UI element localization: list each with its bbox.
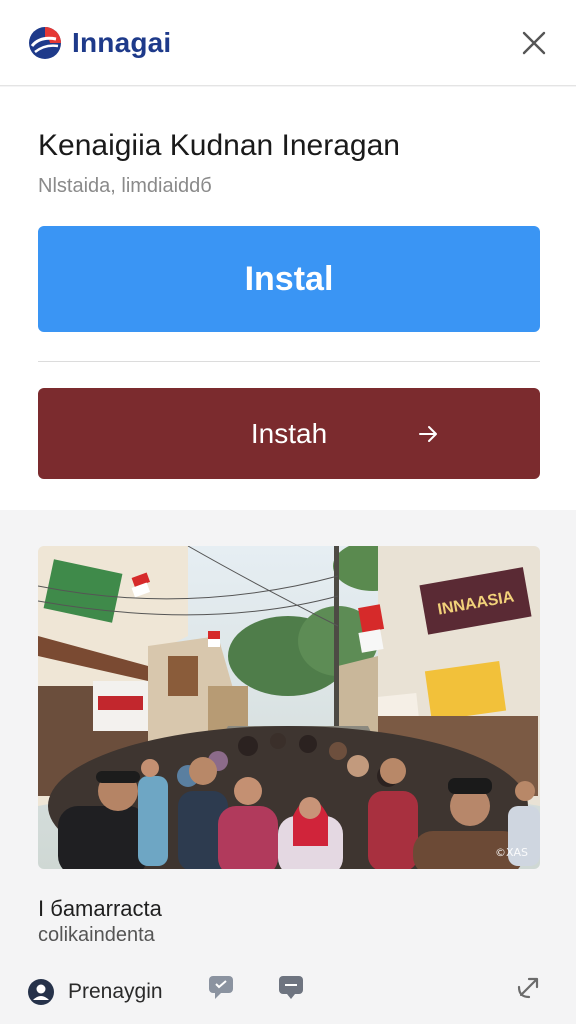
user-name: Prenaygin [68,980,163,1003]
photo-credit: ©XAS [494,846,528,859]
brand-name: Innagai [72,26,172,58]
app-screen: Innagai Kenaigiia Kudnan Ineragan Nlstai… [0,0,576,1024]
app-subtitle: Nlstaida, limdiaiddб [38,175,212,197]
share-button[interactable] [514,972,544,1002]
share-icon [517,977,539,999]
install-secondary-button[interactable]: Instah [38,388,540,479]
user-profile[interactable]: Prenaygin [28,979,163,1005]
close-icon [522,31,546,54]
message-icon [279,976,303,999]
arrow-right-icon [419,425,437,442]
message-button[interactable] [276,972,306,1002]
close-button[interactable] [516,25,552,61]
brand-logo-icon [29,26,61,59]
brand[interactable]: Innagai [28,26,171,60]
top-bar: Innagai [0,0,576,86]
install-secondary-label: Instah [250,417,328,449]
street-photo[interactable]: INNAASIA ©XAS [38,546,540,869]
caption-subtitle: сolikaindenta [38,924,155,946]
caption-title: I бamarracta [38,896,162,921]
bottom-bar: Prenaygin [0,960,576,1024]
chat-button[interactable] [206,972,236,1002]
install-card: Kenaigiia Kudnan Ineragan Nlstaida, limd… [0,87,576,510]
install-button[interactable]: Instal [38,226,540,332]
app-title: Kenaigiia Kudnan Ineragan [38,129,400,162]
user-avatar-icon [28,979,54,1005]
chat-icon [209,976,233,999]
divider [38,361,540,362]
street-photo-image: INNAASIA [38,546,540,869]
